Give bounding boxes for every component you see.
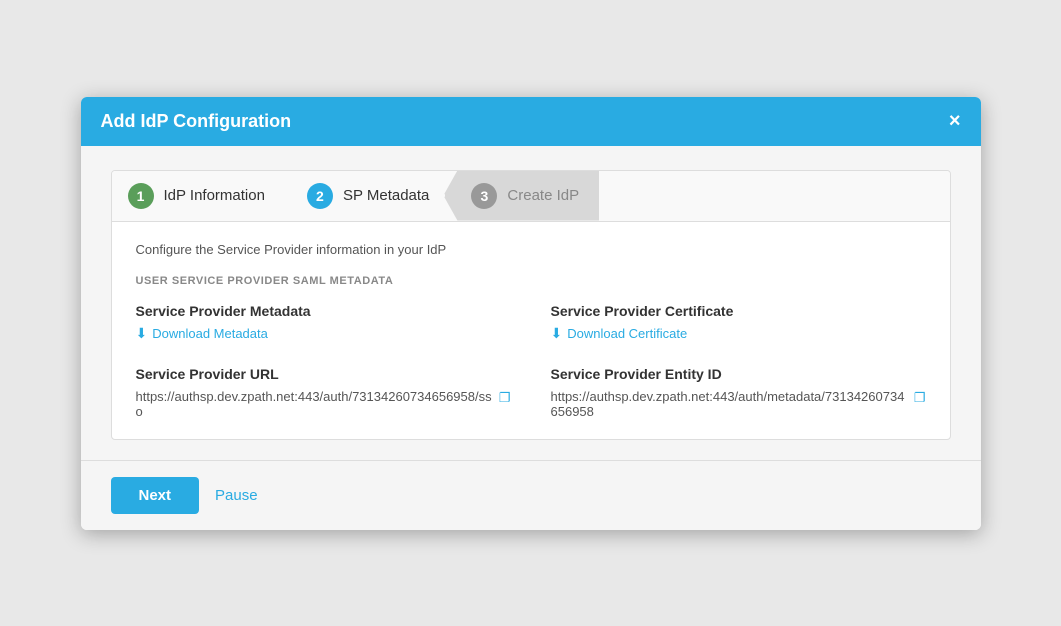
sp-entity-id-copy-icon[interactable]: ❐ (914, 390, 926, 406)
section-label: USER SERVICE PROVIDER SAML METADATA (136, 275, 926, 287)
content-box: 1 IdP Information 2 SP Metadata (111, 170, 951, 440)
modal-body: 1 IdP Information 2 SP Metadata (81, 146, 981, 460)
sp-url-value: https://authsp.dev.zpath.net:443/auth/73… (136, 389, 511, 419)
step-3-number: 3 (471, 183, 497, 209)
pause-button[interactable]: Pause (215, 487, 258, 504)
description-text: Configure the Service Provider informati… (136, 242, 926, 257)
download-metadata-icon: ⬇ (136, 325, 148, 342)
content-area: Configure the Service Provider informati… (112, 222, 950, 439)
download-certificate-icon: ⬇ (551, 325, 563, 342)
sp-entity-id-value: https://authsp.dev.zpath.net:443/auth/me… (551, 389, 926, 419)
step-3-label: Create IdP (507, 187, 579, 204)
sp-metadata-title: Service Provider Metadata (136, 303, 511, 319)
modal-footer: Next Pause (81, 460, 981, 530)
step-2-label: SP Metadata (343, 187, 429, 204)
sp-entity-id-group: Service Provider Entity ID https://auths… (551, 366, 926, 419)
close-button[interactable]: × (949, 111, 961, 131)
step-1-label: IdP Information (164, 187, 265, 204)
download-metadata-label: Download Metadata (152, 326, 268, 341)
download-certificate-link[interactable]: ⬇ Download Certificate (551, 325, 688, 342)
sp-metadata-group: Service Provider Metadata ⬇ Download Met… (136, 303, 511, 342)
sp-url-copy-icon[interactable]: ❐ (499, 390, 511, 406)
step-1: 1 IdP Information (112, 171, 281, 221)
sp-url-title: Service Provider URL (136, 366, 511, 382)
step-1-number: 1 (128, 183, 154, 209)
fields-grid: Service Provider Metadata ⬇ Download Met… (136, 303, 926, 419)
step-3: 3 Create IdP (443, 171, 599, 221)
sp-url-group: Service Provider URL https://authsp.dev.… (136, 366, 511, 419)
step-2-number: 2 (307, 183, 333, 209)
download-certificate-label: Download Certificate (567, 326, 687, 341)
sp-certificate-group: Service Provider Certificate ⬇ Download … (551, 303, 926, 342)
sp-certificate-title: Service Provider Certificate (551, 303, 926, 319)
modal: Add IdP Configuration × 1 IdP Informatio… (81, 97, 981, 530)
modal-header: Add IdP Configuration × (81, 97, 981, 146)
step-2: 2 SP Metadata (279, 171, 445, 221)
download-metadata-link[interactable]: ⬇ Download Metadata (136, 325, 268, 342)
modal-wrapper: Add IdP Configuration × 1 IdP Informatio… (0, 0, 1061, 626)
steps-bar: 1 IdP Information 2 SP Metadata (112, 171, 950, 222)
modal-title: Add IdP Configuration (101, 111, 292, 132)
sp-entity-id-title: Service Provider Entity ID (551, 366, 926, 382)
next-button[interactable]: Next (111, 477, 200, 514)
